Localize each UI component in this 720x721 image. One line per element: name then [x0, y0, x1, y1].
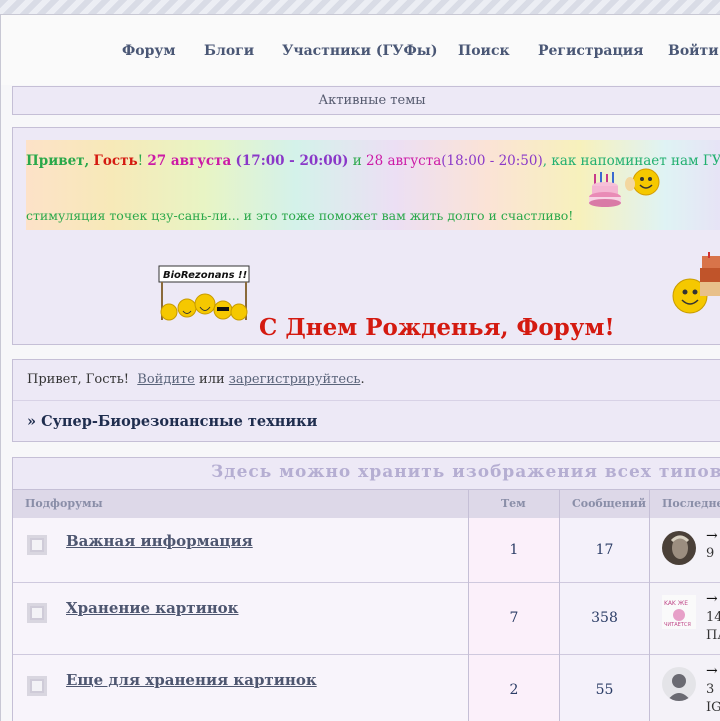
subforum-link[interactable]: Еще для хранения картинок [66, 671, 317, 689]
svg-text:KAK ЖЕ: KAK ЖЕ [664, 600, 688, 607]
banner-second-line: стимуляция точек цзу-сань-ли... и это то… [26, 208, 574, 223]
cake-smiley-icon [672, 252, 720, 314]
section-title: Здесь можно хранить изображения всех тип… [211, 462, 720, 482]
forum-status-icon [27, 603, 47, 623]
birthday-cake-icon [589, 172, 621, 207]
announcement-banner: Привет, Гость! 27 августа (17:00 - 20:00… [12, 127, 720, 345]
birthday-heading: С Днем Рожденья, Форум! [259, 314, 615, 341]
last-post-date: 14 [706, 610, 720, 625]
nav-forum[interactable]: Форум [122, 43, 176, 59]
avatar[interactable]: KAK ЖЕ ЧИТАЕТСЯ [662, 595, 696, 629]
svg-text:ЧИТАЕТСЯ: ЧИТАЕТСЯ [664, 622, 691, 628]
nav-members[interactable]: Участники (ГУФы) [282, 43, 437, 59]
topics-count: 2 [509, 682, 519, 698]
greet-prefix: Привет, [26, 153, 90, 169]
table-row: Важная информация 1 17 → 9 [13, 518, 720, 583]
date-second: 28 августа [366, 153, 442, 169]
subforum-link[interactable]: Важная информация [66, 532, 253, 550]
default-avatar-icon[interactable] [662, 667, 696, 701]
or-text: или [199, 372, 225, 387]
login-link[interactable]: Войдите [137, 372, 195, 387]
last-post-arrow[interactable]: → [706, 663, 718, 679]
last-post-arrow[interactable]: → [706, 528, 718, 544]
last-post-arrow[interactable]: → [706, 591, 718, 607]
column-divider [559, 489, 560, 721]
welcome-line: Привет, Гость! Войдите или зарегистрируй… [27, 372, 365, 387]
svg-text:BioRezonans !!: BioRezonans !! [163, 270, 247, 281]
header-topics: Тем [501, 497, 526, 510]
messages-count: 17 [595, 542, 614, 558]
header-messages: Сообщений [572, 497, 647, 510]
column-divider [468, 489, 469, 721]
greeting-line: Привет, Гость! 27 августа (17:00 - 20:00… [26, 153, 720, 169]
forum-section: Здесь можно хранить изображения всех тип… [12, 457, 720, 721]
welcome-dot: . [360, 372, 365, 387]
last-post-author[interactable]: ПА [706, 628, 720, 643]
nav-search[interactable]: Поиск [458, 43, 510, 59]
reminder-text: , как напоминает нам ГУФ D [542, 153, 720, 169]
forum-status-icon [27, 676, 47, 696]
time-first: (17:00 - 20:00) [235, 153, 349, 169]
top-navigation: Форум Блоги Участники (ГУФы) Поиск Регис… [1, 15, 720, 85]
smiley-icon [625, 168, 660, 196]
messages-count: 358 [591, 610, 618, 626]
last-post-date: 3 [706, 682, 715, 697]
nav-blogs[interactable]: Блоги [204, 43, 254, 59]
header-last-post: Последне [662, 497, 720, 510]
and-text: и [352, 153, 362, 169]
breadcrumb[interactable]: » Супер-Биорезонансные техники [27, 413, 317, 430]
active-topics-link[interactable]: Активные темы [12, 86, 720, 115]
divider [13, 400, 720, 401]
avatar[interactable] [662, 531, 696, 565]
table-row: Хранение картинок 7 358 KAK ЖЕ ЧИТАЕТСЯ … [13, 583, 720, 655]
header-subforums: Подфорумы [25, 497, 103, 510]
column-divider [649, 489, 650, 721]
forum-status-icon [27, 535, 47, 555]
page: Форум Блоги Участники (ГУФы) Поиск Регис… [0, 14, 720, 721]
last-post-date: 9 [706, 546, 715, 561]
guest-name: Гость [93, 153, 138, 169]
topics-count: 1 [509, 542, 519, 558]
nav-register[interactable]: Регистрация [538, 43, 644, 59]
register-link[interactable]: зарегистрируйтесь [229, 372, 361, 387]
biorezonans-sign-icon: BioRezonans !! [158, 265, 250, 321]
subforum-link[interactable]: Хранение картинок [66, 599, 239, 617]
table-header: Подфорумы Тем Сообщений Последне [13, 489, 720, 519]
time-second: (18:00 - 20:50) [441, 153, 543, 169]
topics-count: 7 [509, 610, 519, 626]
welcome-hello: Привет, Гость! [27, 372, 130, 387]
greet-excl: ! [137, 153, 144, 169]
messages-count: 55 [595, 682, 614, 698]
nav-login[interactable]: Войти [668, 43, 719, 59]
welcome-panel: Привет, Гость! Войдите или зарегистрируй… [12, 359, 720, 442]
last-post-author[interactable]: IG [706, 700, 720, 715]
date-first: 27 августа [147, 153, 232, 169]
table-row: Еще для хранения картинок 2 55 → 3 IG [13, 655, 720, 721]
